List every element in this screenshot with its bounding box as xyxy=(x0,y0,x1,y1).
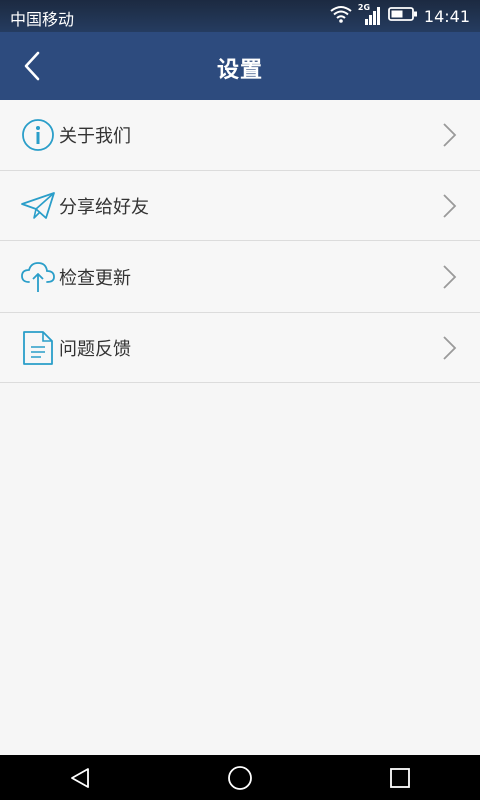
settings-item-about-us[interactable]: 关于我们 xyxy=(0,100,480,171)
chevron-right-icon xyxy=(443,264,457,289)
chevron-right-icon xyxy=(443,335,457,360)
clock: 14:41 xyxy=(423,6,470,26)
chevron-right-icon xyxy=(443,193,457,218)
battery-icon xyxy=(387,6,418,26)
settings-item-share[interactable]: 分享给好友 xyxy=(0,171,480,241)
settings-item-feedback[interactable]: 问题反馈 xyxy=(0,313,480,383)
paper-plane-icon xyxy=(20,188,56,224)
system-nav-bar xyxy=(0,755,480,800)
chevron-right-icon xyxy=(443,123,457,147)
wifi-icon xyxy=(330,5,352,27)
settings-item-label: 分享给好友 xyxy=(59,196,149,218)
nav-home-button[interactable] xyxy=(210,755,270,800)
settings-item-label: 关于我们 xyxy=(59,126,131,147)
settings-list: 关于我们 分享给好友 检查更新 问题反馈 xyxy=(0,100,480,383)
settings-item-label: 检查更新 xyxy=(59,267,131,289)
carrier-name: 中国移动 xyxy=(10,10,75,29)
nav-back-button[interactable] xyxy=(50,755,110,800)
cloud-upload-icon xyxy=(20,259,56,295)
settings-item-label: 问题反馈 xyxy=(59,338,131,360)
triangle-back-icon xyxy=(71,767,89,788)
page-title: 设置 xyxy=(216,58,263,83)
circle-home-icon xyxy=(228,765,252,790)
app-bar: 设置 xyxy=(0,32,480,100)
status-icons: 2G 14:41 xyxy=(330,3,470,27)
square-recents-icon xyxy=(390,767,410,788)
network-type: 2G xyxy=(357,3,371,12)
signal-icon: 2G xyxy=(357,3,382,27)
document-icon xyxy=(20,330,56,366)
nav-recents-button[interactable] xyxy=(370,755,430,800)
settings-item-check-update[interactable]: 检查更新 xyxy=(0,241,480,313)
info-icon xyxy=(20,117,56,153)
status-bar: 中国移动 2G 14:41 xyxy=(0,0,480,32)
